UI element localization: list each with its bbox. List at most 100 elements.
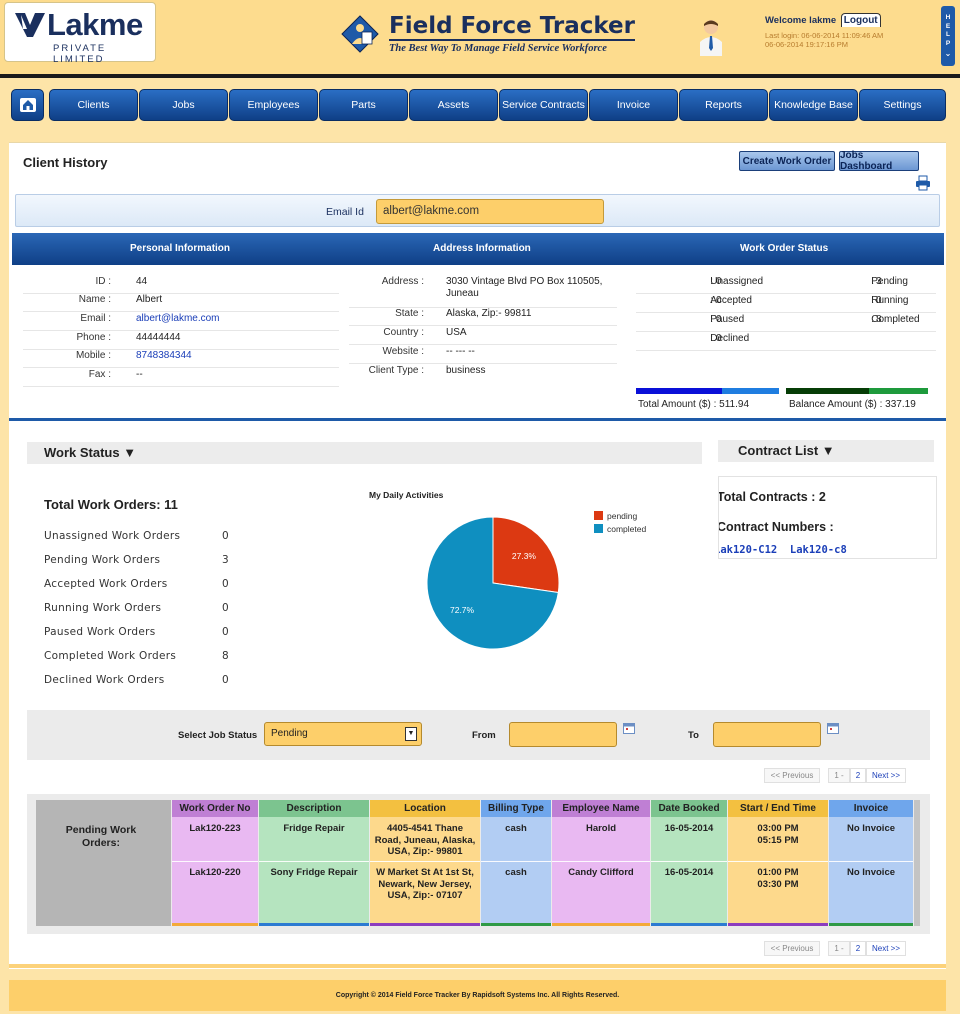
logo-subtitle: PRIVATE LIMITED [53,43,155,65]
field-value: Albert [136,294,162,305]
daily-activities-pie-chart: My Daily Activities 27.3%72.7% pendingco… [347,487,647,667]
logout-button[interactable]: Logout [841,13,881,27]
footer: Copyright © 2014 Field Force Tracker By … [9,980,946,1011]
main-nav: Clients Jobs Employees Parts Assets Serv… [0,78,960,134]
job-status-value: Pending [271,728,308,739]
column-employee-name: Employee NameHaroldCandy Clifford [552,800,650,926]
section-divider [9,418,946,421]
column-description: DescriptionFridge RepairSony Fridge Repa… [259,800,369,926]
page-title: Client History [23,155,108,170]
column-header-work-order-no[interactable]: Work Order No [172,800,258,817]
contract-list-heading[interactable]: Contract List ▼ [718,440,934,462]
lakme-logo[interactable]: Lakme PRIVATE LIMITED [4,2,156,62]
ws-row-paused: Paused Work Orders0 [44,626,156,638]
total-amount-value: 511.94 [719,399,749,410]
email-link[interactable]: albert@lakme.com [136,313,220,324]
nav-assets[interactable]: Assets [409,89,498,121]
help-tab[interactable]: H E L P ⌄ [941,6,955,66]
table-cell-employee-name: Harold [552,823,650,835]
table-cell-description: Sony Fridge Repair [259,867,369,879]
work-status-heading[interactable]: Work Status ▼ [27,442,702,464]
column-header-date-booked[interactable]: Date Booked [651,800,727,817]
mobile-link[interactable]: 8748384344 [136,350,192,361]
work-order-status-heading: Work Order Status [740,243,828,254]
to-label: To [688,730,699,741]
column-header-start-end-time[interactable]: Start / End Time [728,800,828,817]
nav-home-button[interactable] [11,89,44,121]
pie-slice-label: 72.7% [450,605,475,615]
wo-completed-value: 8 [876,314,882,325]
field-label: Address : [349,276,424,287]
previous-page-button[interactable]: << Previous [764,768,820,783]
nav-service-contracts[interactable]: Service Contracts [499,89,588,121]
page-2-button[interactable]: 2 [850,768,866,783]
total-work-orders: Total Work Orders: 11 [44,497,178,512]
app-header: Lakme PRIVATE LIMITED Field Force Tracke… [0,0,960,74]
wo-accepted-value: 0 [716,295,722,306]
field-label: Phone : [23,332,111,343]
help-letter: H [941,14,955,23]
ws-row-accepted: Accepted Work Orders0 [44,578,167,590]
table-cell-billing-type: cash [481,823,551,835]
from-date-input[interactable] [509,722,617,747]
create-work-order-button[interactable]: Create Work Order [739,151,835,171]
nav-jobs[interactable]: Jobs [139,89,228,121]
page-1-button[interactable]: 1 - [828,768,850,783]
row-separator [259,861,369,862]
table-cell-invoice[interactable]: No Invoice [829,867,913,879]
next-page-button[interactable]: Next >> [866,768,906,783]
row-separator [651,861,727,862]
pie-slice-label: 27.3% [512,551,537,561]
nav-settings[interactable]: Settings [859,89,946,121]
column-header-description[interactable]: Description [259,800,369,817]
nav-invoice[interactable]: Invoice [589,89,678,121]
contract-numbers: Lak120-C12 Lak120-c8 [718,544,847,556]
wo-status-row: Declined : 0 [636,333,936,351]
page-2-button[interactable]: 2 [850,941,866,956]
print-icon[interactable] [915,175,931,191]
legend-label: pending [607,511,638,521]
ws-row-value: 0 [222,602,229,614]
contract-link[interactable]: Lak120-c8 [790,544,847,556]
table-cell-invoice[interactable]: No Invoice [829,823,913,835]
field-value: 44444444 [136,332,181,343]
column-footer-bar [552,923,650,926]
to-date-input[interactable] [713,722,821,747]
column-billing-type: Billing Typecashcash [481,800,551,926]
column-header-employee-name[interactable]: Employee Name [552,800,650,817]
legend-swatch [594,524,603,533]
column-header-invoice[interactable]: Invoice [829,800,913,817]
row-separator [552,861,650,862]
wo-paused-label: Paused : [710,314,713,325]
nav-clients[interactable]: Clients [49,89,138,121]
job-status-select[interactable]: Pending ▼ [264,722,422,746]
wo-running-value: 0 [876,295,882,306]
nav-employees[interactable]: Employees [229,89,318,121]
previous-page-button[interactable]: << Previous [764,941,820,956]
next-page-button[interactable]: Next >> [866,941,906,956]
legend-swatch [594,511,603,520]
column-work-order-no: Work Order No Lak120-223 Lak120-220 [172,800,258,926]
email-input[interactable]: albert@lakme.com [376,199,604,224]
wo-pending-value: 3 [876,276,882,287]
page-number: 1 [834,771,838,780]
contract-link[interactable]: Lak120-C12 [718,544,777,556]
page-separator: - [841,771,844,780]
table-scrollbar[interactable] [914,800,920,926]
nav-reports[interactable]: Reports [679,89,768,121]
column-header-location[interactable]: Location [370,800,480,817]
ws-row-value: 0 [222,578,229,590]
field-label: Mobile : [23,350,111,361]
column-header-billing-type[interactable]: Billing Type [481,800,551,817]
nav-parts[interactable]: Parts [319,89,408,121]
last-login-info: Last login: 06-06-2014 11:09:46 AM 06-06… [765,31,883,49]
page-1-button[interactable]: 1 - [828,941,850,956]
table-cell-work-order-no[interactable]: Lak120-223 [172,823,258,835]
ws-row-label: Accepted Work Orders [44,578,167,590]
state-row: State : Alaska, Zip:- 99811 [349,308,617,326]
to-calendar-icon[interactable] [827,722,839,734]
jobs-dashboard-button[interactable]: Jobs Dashboard [839,151,919,171]
table-cell-work-order-no[interactable]: Lak120-220 [172,867,258,879]
nav-knowledge-base[interactable]: Knowledge Base [769,89,858,121]
from-calendar-icon[interactable] [623,722,635,734]
